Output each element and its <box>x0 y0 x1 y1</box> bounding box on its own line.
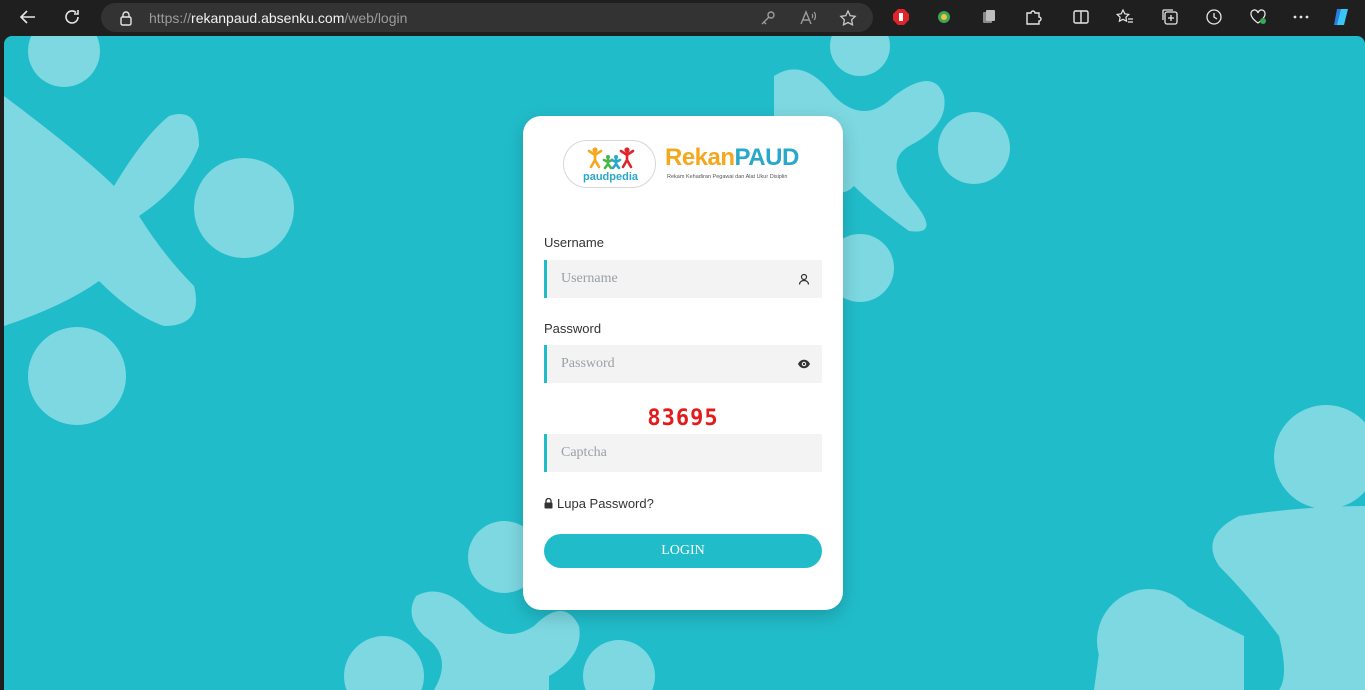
history-icon[interactable] <box>1203 6 1225 28</box>
login-card: paudpedia RekanPAUD Rekam Kehadiran Pega… <box>523 116 843 610</box>
login-button[interactable]: LOGIN <box>544 534 822 568</box>
username-label: Username <box>544 235 604 250</box>
copilot-icon[interactable] <box>1331 6 1353 28</box>
paudpedia-text: paudpedia <box>582 171 638 183</box>
captcha-code: 83695 <box>647 406 719 431</box>
refresh-icon[interactable] <box>58 3 86 31</box>
password-label: Password <box>544 321 602 336</box>
page-viewport: paudpedia RekanPAUD Rekam Kehadiran Pega… <box>4 36 1365 690</box>
extensions-puzzle-icon[interactable] <box>1022 6 1044 28</box>
username-field-wrap <box>544 260 822 298</box>
password-field-wrap <box>544 345 822 383</box>
brand-tagline: Rekam Kehadiran Pegawai dan Alat Ukur Di… <box>667 174 788 180</box>
brand-title: RekanPAUD <box>665 144 799 171</box>
key-icon[interactable] <box>759 9 777 27</box>
browser-essentials-icon[interactable] <box>1247 6 1269 28</box>
favorite-star-icon[interactable] <box>839 9 857 27</box>
extension-green-icon[interactable] <box>933 6 955 28</box>
more-menu-icon[interactable] <box>1290 6 1312 28</box>
eye-icon[interactable] <box>797 357 811 371</box>
ad-block-icon[interactable] <box>890 6 912 28</box>
address-bar[interactable]: https://rekanpaud.absenku.com/web/login <box>101 3 873 32</box>
captcha-input[interactable] <box>547 434 822 472</box>
url-text: https://rekanpaud.absenku.com/web/login <box>149 10 408 26</box>
lock-icon <box>544 498 553 509</box>
captcha-field-wrap <box>544 434 822 472</box>
back-icon[interactable] <box>14 3 42 31</box>
password-input[interactable] <box>547 345 822 383</box>
lock-icon[interactable] <box>119 10 133 31</box>
user-icon <box>797 272 811 286</box>
username-input[interactable] <box>547 260 822 298</box>
children-figures-icon <box>587 147 635 170</box>
favorites-icon[interactable] <box>1114 6 1136 28</box>
extension-gray-icon[interactable] <box>978 6 1000 28</box>
browser-toolbar: https://rekanpaud.absenku.com/web/login <box>0 0 1365 35</box>
collections-icon[interactable] <box>1159 6 1181 28</box>
forgot-password-label: Lupa Password? <box>557 496 654 511</box>
split-screen-icon[interactable] <box>1070 6 1092 28</box>
paudpedia-logo: paudpedia <box>563 140 656 188</box>
forgot-password-link[interactable]: Lupa Password? <box>544 496 654 511</box>
brand-logo: paudpedia RekanPAUD Rekam Kehadiran Pega… <box>563 138 807 190</box>
read-aloud-icon[interactable] <box>799 9 817 27</box>
